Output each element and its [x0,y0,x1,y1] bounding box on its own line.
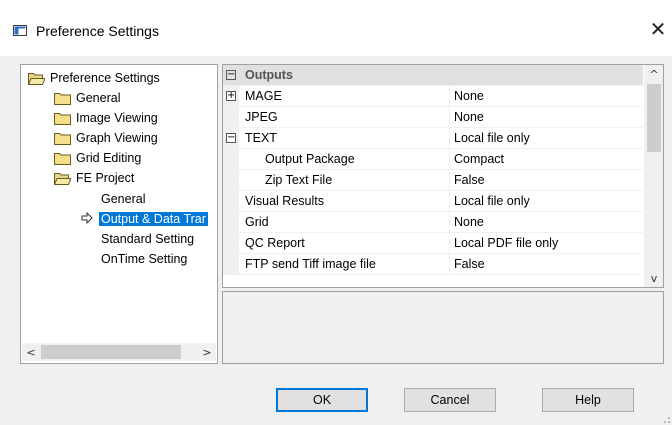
property-name: TEXT [245,131,277,145]
tree-item-general[interactable]: General [54,88,120,108]
property-value[interactable]: None [449,212,643,233]
tree-item-label: Image Viewing [76,111,158,125]
close-icon[interactable]: ✕ [646,17,670,41]
scrollbar-thumb[interactable] [647,84,661,152]
tree-item-label: Standard Setting [101,232,195,246]
scroll-up-icon[interactable]: ^ [644,65,663,83]
property-value[interactable]: Local PDF file only [449,233,643,254]
tree-item-graph-viewing[interactable]: Graph Viewing [54,128,158,148]
help-button[interactable]: Help [542,388,634,412]
category-label: Outputs [245,68,293,82]
grid-row-mage[interactable]: + MAGE None [223,86,643,107]
open-folder-icon [28,72,45,85]
property-name: Grid [245,215,269,229]
property-value[interactable]: None [449,86,643,107]
tree-item-label: Output & Data Trar [99,212,208,226]
property-name: Visual Results [245,194,324,208]
tree-item-fe-project[interactable]: FE Project [54,168,134,188]
grid-row-text[interactable]: − TEXT Local file only [223,128,643,149]
scrollbar-thumb[interactable] [41,345,181,359]
tree-item-label: General [101,192,146,206]
property-name: Zip Text File [265,173,333,187]
folder-icon [54,132,71,145]
grid-row-zip-text-file[interactable]: Zip Text File False [223,170,643,191]
tree-item-label: Grid Editing [76,151,142,165]
window-app-icon [13,25,27,36]
grid-row-grid[interactable]: Grid None [223,212,643,233]
grid-row-qc-report[interactable]: QC Report Local PDF file only [223,233,643,254]
property-name: Output Package [265,152,355,166]
property-name: FTP send Tiff image file [245,257,376,271]
property-name: QC Report [245,236,305,250]
tree-item-fe-general[interactable]: General [101,189,145,209]
ok-button[interactable]: OK [276,388,368,412]
property-name: JPEG [245,110,278,124]
grid-row-output-package[interactable]: Output Package Compact [223,149,643,170]
property-grid[interactable]: − Outputs + MAGE None JPEG None − TEXT L… [222,64,664,288]
property-value[interactable]: False [449,170,643,191]
folder-icon [54,112,71,125]
cancel-button[interactable]: Cancel [404,388,496,412]
property-value[interactable]: None [449,107,643,128]
grid-row-visual-results[interactable]: Visual Results Local file only [223,191,643,212]
tree-item-output-data-transfer[interactable]: Output & Data Trar [99,209,208,229]
tree-item-label: General [76,91,121,105]
tree-item-ontime-setting[interactable]: OnTime Setting [101,249,187,269]
settings-tree[interactable]: Preference Settings General Image Viewin… [20,64,218,364]
grid-category-outputs[interactable]: − Outputs [223,65,643,86]
open-folder-icon [54,172,71,185]
tree-item-label: FE Project [76,171,135,185]
window-title: Preference Settings [36,23,159,39]
collapse-icon[interactable]: − [226,70,236,80]
property-value[interactable]: Compact [449,149,643,170]
property-value[interactable]: Local file only [449,191,643,212]
resize-grip-icon[interactable] [660,413,670,423]
tree-item-label: Preference Settings [50,71,160,85]
arrow-right-icon [81,212,93,224]
property-name: MAGE [245,89,282,103]
property-value[interactable]: Local file only [449,128,643,149]
folder-icon [54,152,71,165]
property-value[interactable]: False [449,254,643,275]
tree-horizontal-scrollbar[interactable]: < > [22,343,216,361]
grid-vertical-scrollbar[interactable]: ^ v [644,65,663,287]
folder-icon [54,92,71,105]
tree-item-preference-settings[interactable]: Preference Settings [28,68,160,88]
tree-item-label: OnTime Setting [101,252,188,266]
title-bar: Preference Settings ✕ [0,0,672,56]
property-description-panel [222,291,664,364]
scroll-left-icon[interactable]: < [22,343,40,361]
tree-item-standard-setting[interactable]: Standard Setting [101,229,194,249]
scroll-right-icon[interactable]: > [198,343,216,361]
tree-item-label: Graph Viewing [76,131,158,145]
grid-row-jpeg[interactable]: JPEG None [223,107,643,128]
scroll-down-icon[interactable]: v [644,269,663,287]
tree-item-grid-editing[interactable]: Grid Editing [54,148,141,168]
collapse-icon[interactable]: − [226,133,236,143]
grid-row-ftp-send-tiff[interactable]: FTP send Tiff image file False [223,254,643,275]
expand-icon[interactable]: + [226,91,236,101]
tree-item-image-viewing[interactable]: Image Viewing [54,108,158,128]
